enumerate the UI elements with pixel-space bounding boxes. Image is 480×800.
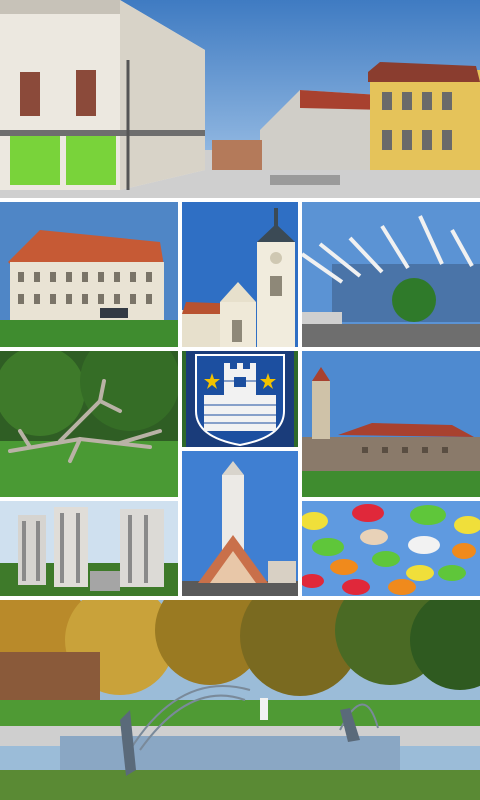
photo-old-fortress bbox=[302, 351, 480, 497]
photo-coat-of-arms bbox=[182, 351, 298, 447]
photo-umbrella-street bbox=[302, 501, 480, 596]
photo-church-tower bbox=[182, 202, 298, 347]
photo-modern-church bbox=[182, 451, 298, 596]
photo-town-square bbox=[0, 0, 480, 198]
photo-driftwood-sculpture bbox=[0, 351, 178, 497]
photo-modern-arena bbox=[302, 202, 480, 347]
photo-apartment-blocks bbox=[0, 501, 178, 596]
photo-baroque-palace bbox=[0, 202, 178, 347]
photo-park-fountain bbox=[0, 600, 480, 800]
